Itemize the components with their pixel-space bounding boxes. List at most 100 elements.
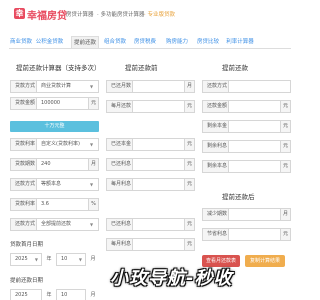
first-year-value[interactable]: 2025	[15, 256, 28, 262]
field-label: 每月利息	[107, 179, 133, 190]
chevron-down-icon[interactable]: ▼	[90, 139, 93, 150]
copy-result-button[interactable]: 复制计算结果	[245, 255, 285, 267]
chevron-down-icon[interactable]: ▼	[79, 254, 82, 265]
field-unit: 元	[280, 101, 290, 112]
field-label: 已还利息	[107, 219, 133, 230]
prepay-year-value[interactable]: 2025	[15, 292, 28, 298]
prepay-month-select[interactable]: 10	[56, 289, 86, 300]
prepayment-date-label: 提前还款日期	[10, 278, 44, 284]
tab-mortgage-tax[interactable]: 房贷税费	[132, 36, 158, 48]
result-remaining-interest: 剩余利息 元	[202, 140, 291, 153]
field-label: 还款方式	[203, 81, 229, 92]
field-label: 贷款金额	[11, 98, 37, 109]
tab-commercial-loan[interactable]: 商业贷款	[9, 36, 33, 48]
first-month-value[interactable]: 10	[61, 256, 67, 262]
field-label: 已还利息	[107, 159, 133, 170]
result-monthly-interest-2: 每月利息 元	[106, 238, 195, 251]
field-unit: 元	[184, 159, 194, 170]
tab-prepayment[interactable]: 提前还款	[71, 36, 99, 48]
field-unit: 元	[184, 139, 194, 150]
first-payment-date-label: 贷款首月日期	[10, 242, 44, 248]
calculator-tabs: 商业贷款 公积金贷款 提前还款 组合贷款 房贷税费 购房能力 房贷比较 利率计算…	[9, 36, 291, 48]
header-link-pro[interactable]: · 专业版贷款	[144, 10, 175, 18]
result-months-paid: 已还月数 月	[106, 80, 195, 93]
logo-icon[interactable]: 幸	[14, 8, 25, 19]
result-remaining-total: 剩余本息 元	[202, 160, 291, 173]
chevron-down-icon[interactable]: ▼	[90, 179, 93, 190]
loan-term-input[interactable]: 贷款期数 240 月	[10, 158, 99, 171]
amount-in-words-button[interactable]: 十万元整	[10, 121, 99, 132]
field-label: 剩余本息	[203, 161, 229, 172]
field-label: 贷款利率	[11, 139, 37, 150]
site-logo-text[interactable]: 幸福房贷	[27, 7, 67, 22]
field-value[interactable]: 等额本息	[41, 179, 61, 190]
interest-rate-input[interactable]: 贷款利率 3.6 %	[10, 198, 99, 211]
result-reduced-periods: 减少期数 月	[202, 208, 291, 221]
result-interest-paid-2: 已还利息 元	[106, 218, 195, 231]
field-label: 剩余本金	[203, 121, 229, 132]
header-link-multi-calc[interactable]: · 多功能房贷计算器	[97, 10, 145, 18]
year-unit: 年	[46, 292, 52, 298]
first-month-select[interactable]: 10 ▼	[56, 253, 86, 266]
chevron-down-icon[interactable]: ▼	[35, 254, 38, 265]
result-principal-paid: 已还本金 元	[106, 138, 195, 151]
tab-divider	[9, 48, 291, 49]
prepay-year-select[interactable]: 2025	[10, 289, 42, 300]
chevron-down-icon[interactable]: ▼	[90, 219, 93, 230]
header-link-pro-label[interactable]: 专业版贷款	[148, 12, 176, 18]
field-label: 贷款方式	[11, 81, 37, 92]
field-value[interactable]: 3.6	[41, 199, 49, 210]
field-value[interactable]: 商业贷款计算	[41, 81, 71, 92]
first-year-select[interactable]: 2025 ▼	[10, 253, 42, 266]
field-value[interactable]: 自定义(贷款利率)	[41, 139, 80, 150]
tab-combo-loan[interactable]: 组合贷款	[102, 36, 128, 48]
field-unit: 元	[280, 161, 290, 172]
tab-provident-fund-loan[interactable]: 公积金贷款	[34, 36, 65, 48]
tab-loan-compare[interactable]: 房贷比较	[195, 36, 221, 48]
field-unit: %	[88, 199, 98, 210]
field-label: 已还本金	[107, 139, 133, 150]
result-interest-saved: 节省利息 元	[202, 228, 291, 241]
field-label: 每月还款	[107, 101, 133, 112]
result-monthly-payment: 每月还款 元	[106, 100, 195, 113]
field-value[interactable]: 100000	[41, 98, 60, 109]
repayment-method-select[interactable]: 还款方式 等额本息 ▼	[10, 178, 99, 191]
field-unit: 元	[280, 229, 290, 240]
header-link-mortgage-calc[interactable]: 房贷计算器	[66, 10, 94, 18]
field-value[interactable]: 240	[41, 159, 51, 170]
field-label: 减少期数	[203, 209, 229, 220]
field-label: 贷款期数	[11, 159, 37, 170]
field-unit: 月	[184, 81, 194, 92]
result-prepay-amount: 还款金额 元	[202, 100, 291, 113]
tab-purchase-ability[interactable]: 购房能力	[164, 36, 190, 48]
field-label: 节省利息	[203, 229, 229, 240]
before-prepayment-title: 提前还款前	[125, 64, 158, 72]
year-unit: 年	[46, 256, 52, 262]
result-remaining-principal: 剩余本金 元	[202, 120, 291, 133]
field-label: 还款方式	[11, 219, 37, 230]
rate-type-select[interactable]: 贷款利率 自定义(贷款利率) ▼	[10, 138, 99, 151]
field-label: 贷款利率	[11, 199, 37, 210]
header-link-multi-calc-label[interactable]: 多功能房贷计算器	[101, 12, 145, 18]
after-prepayment-title: 提前还款后	[222, 193, 255, 201]
field-label: 还款方式	[11, 179, 37, 190]
field-label: 剩余利息	[203, 141, 229, 152]
loan-amount-input[interactable]: 贷款金额 100000 元	[10, 97, 99, 110]
field-unit: 元	[184, 239, 194, 250]
field-unit: 月	[88, 159, 98, 170]
field-label: 还款金额	[203, 101, 229, 112]
field-unit: 元	[280, 121, 290, 132]
result-prepay-method: 还款方式	[202, 80, 291, 93]
field-unit: 元	[88, 98, 98, 109]
result-interest-paid: 已还利息 元	[106, 158, 195, 171]
month-unit: 月	[90, 292, 96, 298]
field-unit: 月	[280, 209, 290, 220]
loan-type-select[interactable]: 贷款方式 商业贷款计算 ▼	[10, 80, 99, 93]
field-unit: 元	[280, 141, 290, 152]
prepay-month-value[interactable]: 10	[61, 292, 67, 298]
field-value[interactable]: 全部提前还款	[41, 219, 71, 230]
month-unit: 月	[90, 256, 96, 262]
chevron-down-icon[interactable]: ▼	[90, 81, 93, 92]
prepayment-method-select[interactable]: 还款方式 全部提前还款 ▼	[10, 218, 99, 231]
tab-rate-calculator[interactable]: 利率计算器	[225, 36, 255, 48]
